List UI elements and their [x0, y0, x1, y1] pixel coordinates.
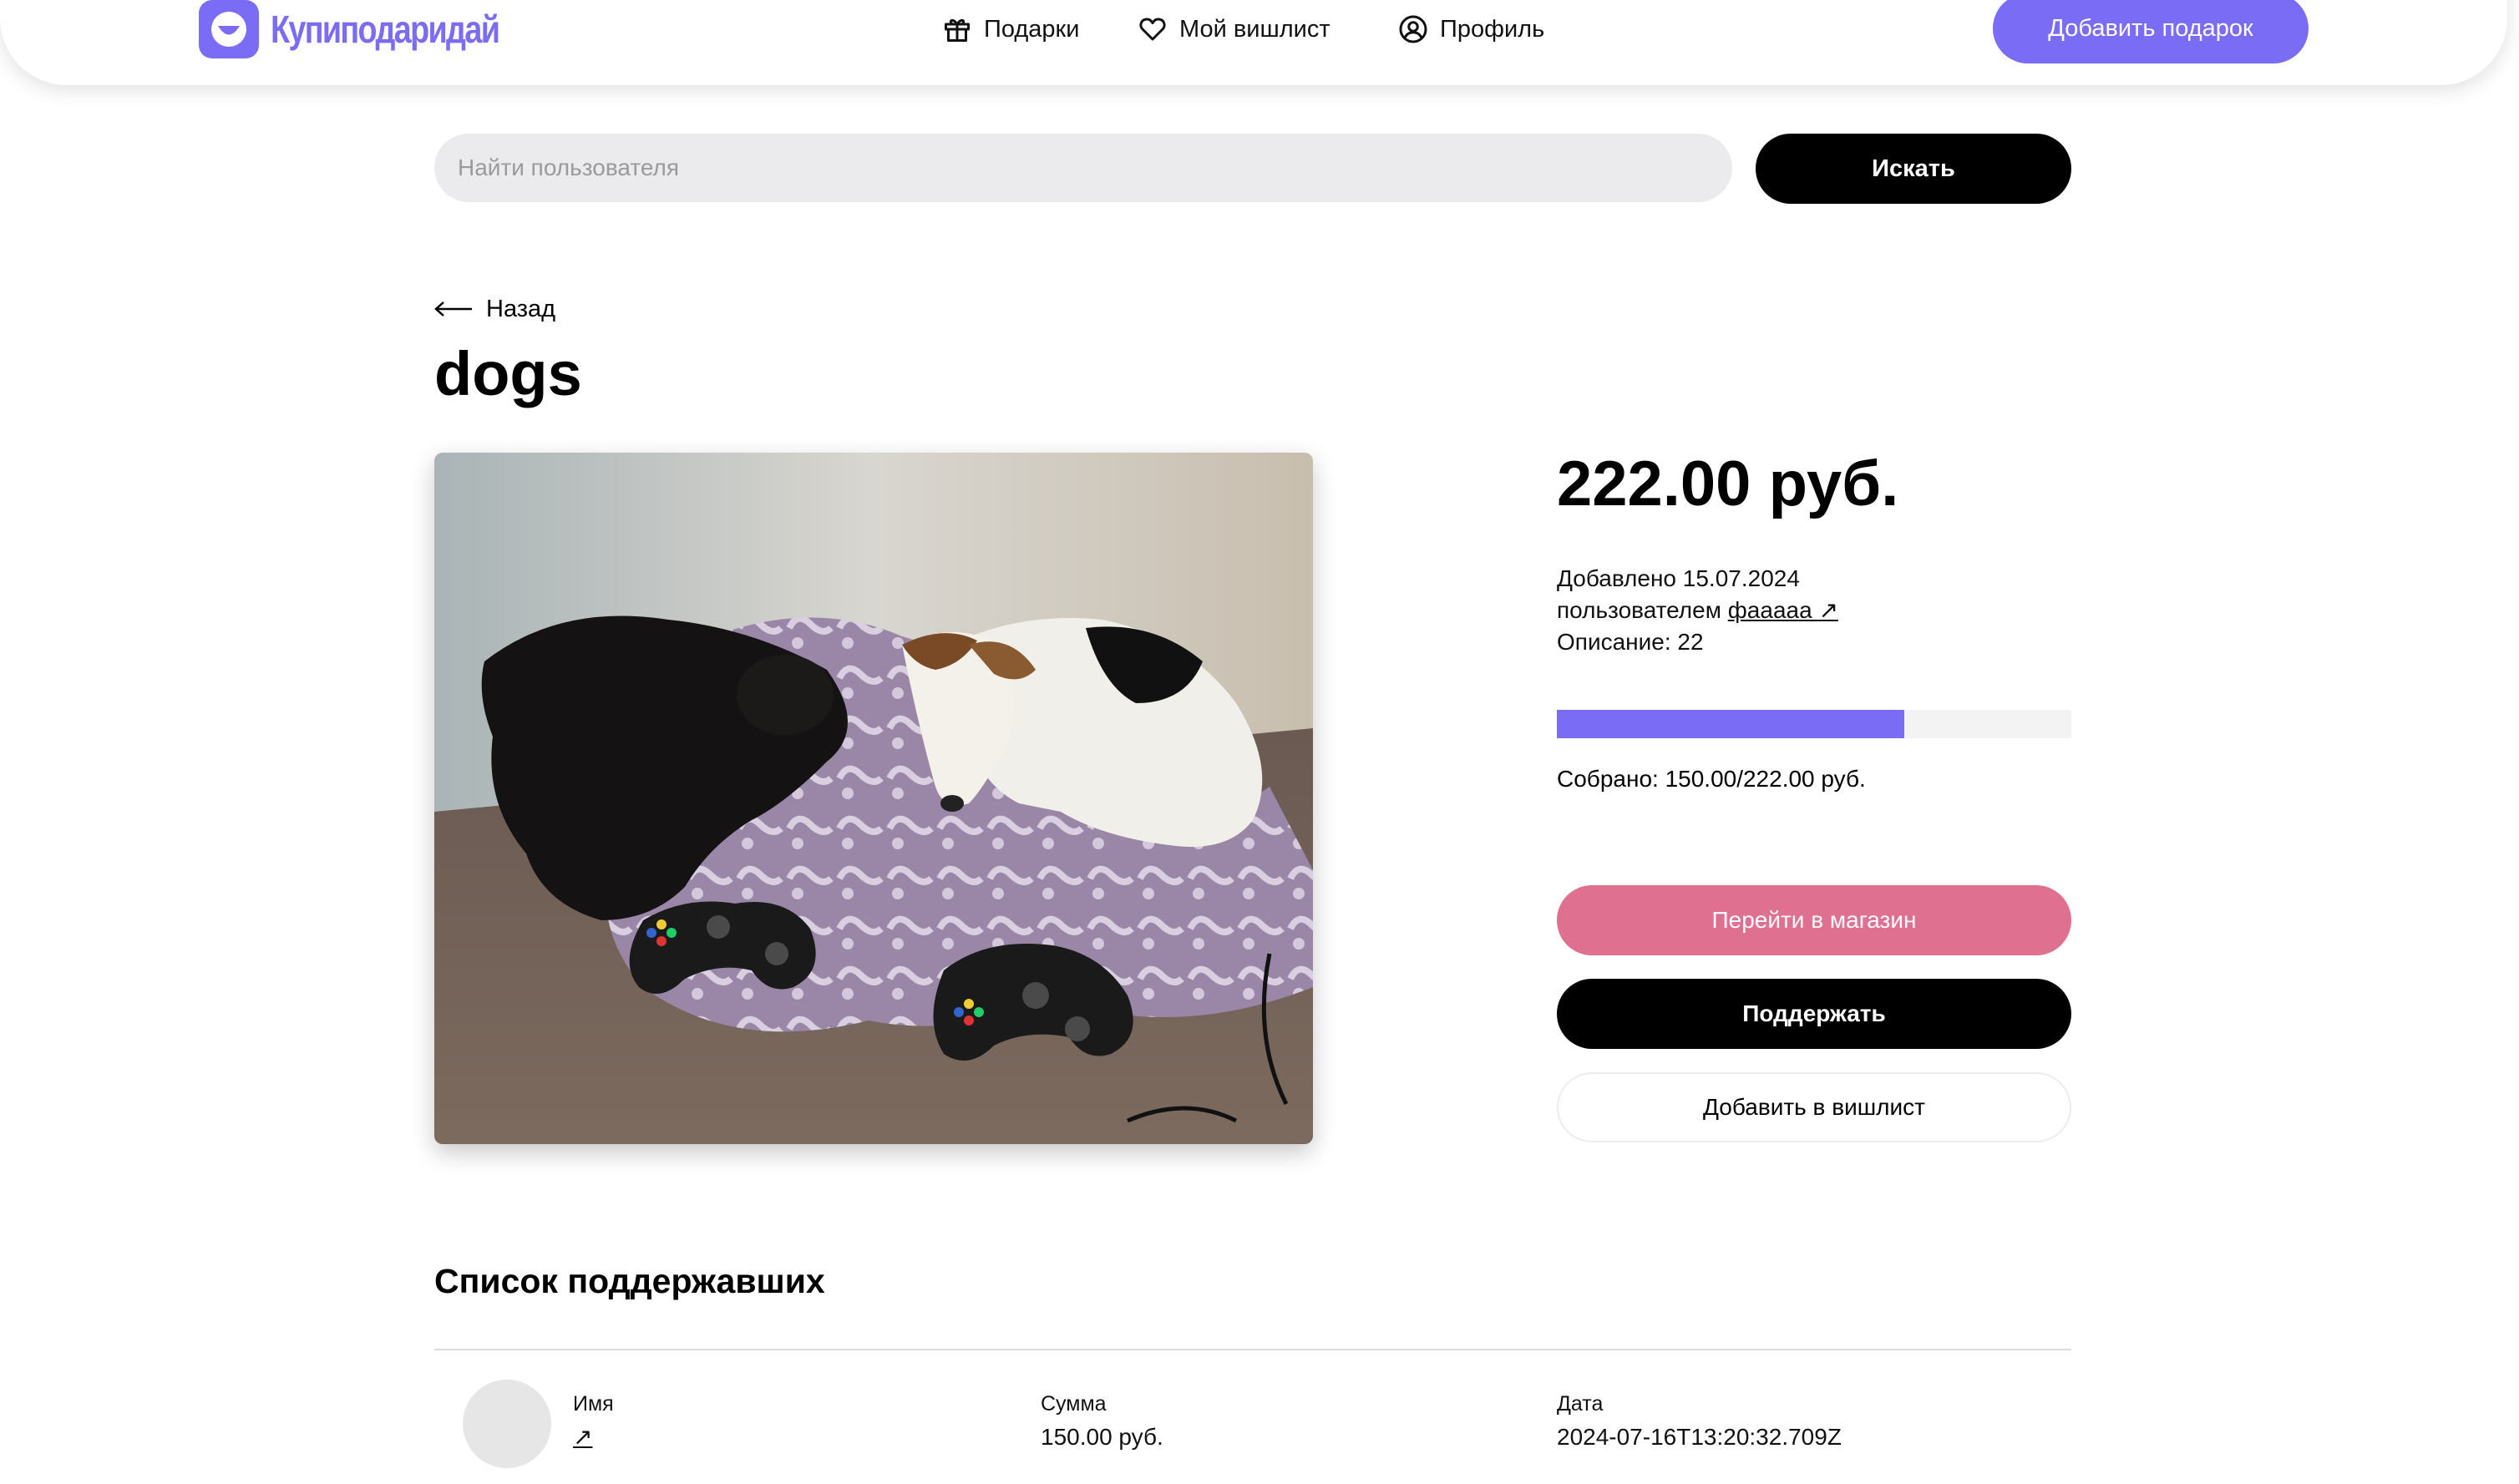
column-amount-label: Сумма: [1041, 1392, 1107, 1416]
support-button[interactable]: Поддержать: [1557, 979, 2071, 1049]
add-gift-button[interactable]: Добавить подарок: [1993, 0, 2309, 63]
brand-name: Купиподаридай: [271, 8, 500, 51]
supporter-profile-link[interactable]: ↗: [573, 1421, 592, 1453]
owner-line: пользователем фааааа ↗: [1557, 595, 1838, 626]
supporters-title: Список поддержавших: [434, 1262, 825, 1300]
page-title: dogs: [434, 339, 582, 408]
dogs-photo-illustration: [434, 453, 1313, 1144]
nav-wishlist[interactable]: Мой вишлист: [1138, 0, 1330, 58]
raised-amount: Собрано: 150.00/222.00 руб.: [1557, 766, 1866, 792]
divider: [434, 1349, 2071, 1350]
logo[interactable]: Купиподаридай: [199, 0, 549, 58]
user-circle-icon: [1399, 15, 1427, 43]
owner-prefix: пользователем: [1557, 597, 1721, 623]
nav-profile-label: Профиль: [1440, 15, 1545, 43]
column-name-label: Имя: [573, 1392, 614, 1416]
heart-icon: [1139, 18, 1166, 41]
funding-progress-fill: [1557, 710, 1905, 738]
funding-progress-bar: [1557, 710, 2071, 738]
owner-link[interactable]: фааааа ↗: [1728, 597, 1838, 623]
column-date-label: Дата: [1557, 1392, 1604, 1416]
back-link[interactable]: Назад: [434, 291, 555, 327]
nav-gifts-label: Подарки: [984, 15, 1080, 43]
gift-price: 222.00 руб.: [1557, 448, 1899, 519]
supporter-amount: 150.00 руб.: [1041, 1424, 1163, 1450]
back-label: Назад: [486, 295, 556, 322]
arrow-left-icon: [434, 301, 472, 317]
nav-gifts[interactable]: Подарки: [942, 0, 1079, 58]
logo-smile-icon: [199, 0, 259, 58]
avatar: [463, 1380, 551, 1468]
added-date: Добавлено 15.07.2024: [1557, 565, 1800, 591]
go-to-shop-button[interactable]: Перейти в магазин: [1557, 885, 2071, 955]
nav-profile[interactable]: Профиль: [1398, 0, 1544, 58]
gift-description: Описание: 22: [1557, 629, 1704, 655]
search-button[interactable]: Искать: [1756, 134, 2071, 204]
nav-wishlist-label: Мой вишлист: [1179, 15, 1330, 43]
top-header: Купиподаридай Подарки Мой вишлист Профил…: [0, 0, 2507, 85]
gift-image: [434, 453, 1313, 1144]
add-to-wishlist-button[interactable]: Добавить в вишлист: [1557, 1072, 2071, 1142]
user-search-input[interactable]: [434, 134, 1732, 202]
supporter-date: 2024-07-16T13:20:32.709Z: [1557, 1424, 1842, 1450]
gift-icon: [945, 19, 970, 42]
